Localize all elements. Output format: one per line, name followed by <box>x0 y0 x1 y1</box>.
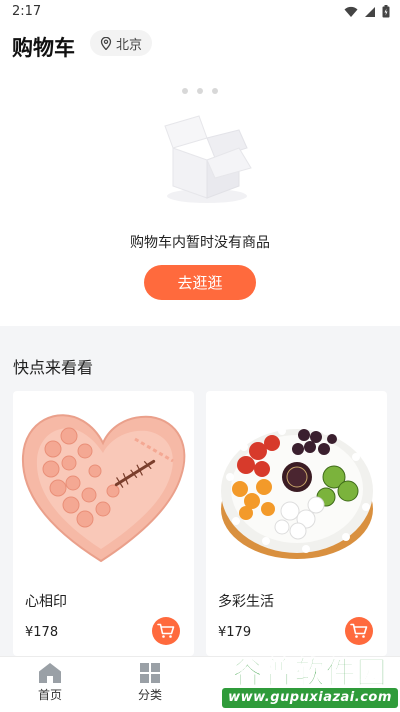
tab-home[interactable]: 首页 <box>0 657 100 712</box>
loading-dots <box>182 88 218 94</box>
fruit-cake-image[interactable] <box>206 391 387 576</box>
add-to-cart-button[interactable] <box>152 617 180 645</box>
watermark-title: 谷普软件园 <box>232 656 388 692</box>
loading-dot <box>197 88 203 94</box>
wifi-icon <box>344 6 358 17</box>
home-icon <box>39 663 61 683</box>
product-price: ¥178 <box>25 625 59 640</box>
status-bar: 2:17 <box>0 0 400 24</box>
location-selector[interactable]: 北京 <box>90 30 153 56</box>
loading-dot <box>182 88 188 94</box>
tab-label: 分类 <box>137 688 162 702</box>
watermark-url: www.gupuxiazai.com <box>222 688 398 708</box>
empty-cart-section: 购物车内暂时没有商品 去逛逛 <box>0 68 400 326</box>
empty-box-icon <box>164 115 252 203</box>
tab-category[interactable]: 分类 <box>100 657 200 712</box>
recommend-section: 快点来看看 心相印 ¥178 多彩生活 ¥179 <box>0 326 400 656</box>
add-to-cart-button[interactable] <box>345 617 373 645</box>
location-label: 北京 <box>116 37 143 53</box>
page-title: 购物车 <box>12 36 75 60</box>
cart-icon <box>157 623 175 638</box>
section-title: 快点来看看 <box>13 358 94 377</box>
battery-icon <box>382 5 390 18</box>
grid-icon <box>140 663 160 683</box>
heart-cake-image[interactable] <box>13 391 194 576</box>
location-pin-icon <box>100 36 112 50</box>
status-time: 2:17 <box>12 4 42 19</box>
product-name: 心相印 <box>25 594 67 610</box>
signal-icon <box>365 6 375 17</box>
empty-cart-message: 购物车内暂时没有商品 <box>130 235 270 251</box>
watermark: 谷普软件园 www.gupuxiazai.com <box>220 646 398 710</box>
status-icons <box>344 5 390 18</box>
tab-label: 首页 <box>37 688 62 702</box>
product-card[interactable]: 心相印 ¥178 <box>13 391 194 656</box>
cart-icon <box>350 623 368 638</box>
loading-dot <box>212 88 218 94</box>
header: 购物车 北京 <box>0 24 400 68</box>
product-price: ¥179 <box>218 625 252 640</box>
product-name: 多彩生活 <box>218 594 274 610</box>
product-card[interactable]: 多彩生活 ¥179 <box>206 391 387 656</box>
go-shopping-button[interactable]: 去逛逛 <box>144 265 256 300</box>
